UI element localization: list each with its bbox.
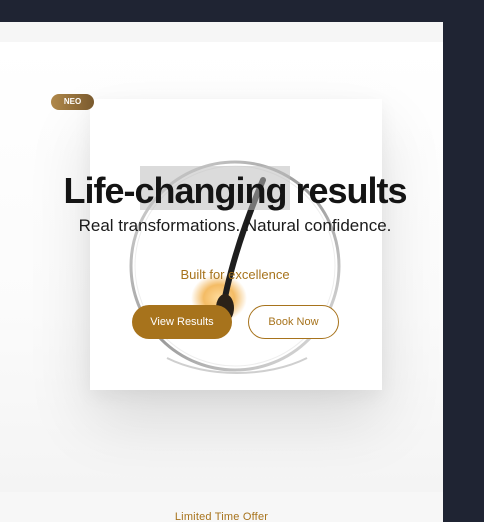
view-results-button[interactable]: View Results	[132, 305, 232, 339]
hero-subheadline: Real transformations. Natural confidence…	[78, 216, 392, 235]
limited-offer-text: Limited Time Offer	[174, 511, 269, 522]
book-now-button[interactable]: Book Now	[248, 305, 339, 339]
hero-headline: Life-changing results	[63, 170, 407, 211]
brand-badge: NEO	[51, 94, 94, 110]
hero-tagline: Built for excellence	[180, 267, 290, 282]
